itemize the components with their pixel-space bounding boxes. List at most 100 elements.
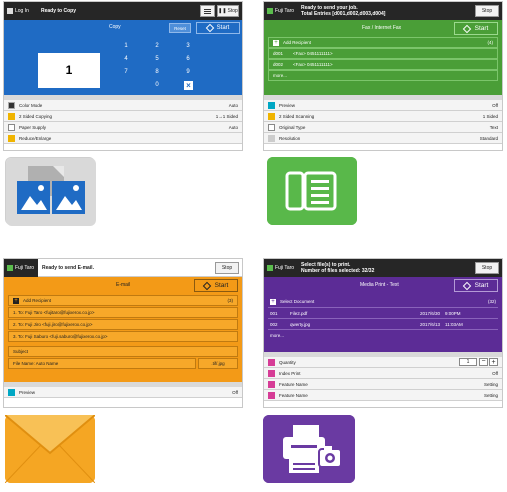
page-title: Copy (109, 24, 121, 30)
user-name: Fuji Taro (15, 264, 35, 271)
key-7[interactable]: 7 (120, 68, 132, 77)
recipient-row[interactable]: 1. To: Fuji Taro <fujitaro@fujixerox.co.… (8, 307, 238, 318)
start-icon (205, 23, 214, 33)
stop-button[interactable]: Stop (475, 5, 499, 17)
setting-row[interactable]: Resolution Standard (264, 133, 502, 144)
page-title: Fax / Internet Fax (362, 25, 402, 31)
more-link[interactable]: more... (268, 70, 498, 81)
file-date: 2017/6/13 (420, 321, 441, 327)
stop-button[interactable]: Stop (475, 262, 499, 274)
fax-topbar: Fuji Taro Ready to send your job. Total … (264, 2, 502, 20)
key-3[interactable]: 3 (182, 42, 194, 51)
minus-icon[interactable]: − (479, 358, 488, 366)
fax-main-area: Fax / Internet Fax Start + Add Recipient… (264, 20, 502, 95)
recipient-row[interactable]: d001 <Fax> 0451111111> (268, 48, 498, 59)
setting-label: Preview (279, 102, 296, 108)
start-button[interactable]: Start (196, 22, 240, 34)
more-link[interactable]: more... (268, 329, 498, 340)
more-label: more... (270, 332, 285, 338)
setting-row[interactable]: Reduce/Enlarge (4, 133, 242, 144)
copy-documents-icon[interactable] (5, 157, 96, 226)
reduce-enlarge-icon (8, 134, 15, 142)
media-print-icon[interactable] (263, 415, 355, 483)
recipient-count: (4) (487, 40, 494, 45)
setting-row[interactable]: 2 Sided Copying 1→1 Sided (4, 111, 242, 122)
print-main-area: Media Print - Text Start + Select Docume… (264, 277, 502, 352)
key-9[interactable]: 9 (182, 68, 194, 77)
key-5[interactable]: 5 (151, 55, 163, 64)
login-label: Log In (15, 8, 29, 14)
setting-row[interactable]: 2 Sided Scanning 1 Sided (264, 111, 502, 122)
file-row[interactable]: 001 File2.pdf 2017/6/30 9:00PM (268, 307, 498, 318)
recipient-row[interactable]: d002 <Fax> 0451111111> (268, 59, 498, 70)
quantity-value: 1 (65, 63, 73, 77)
login-button[interactable]: Log In (7, 8, 37, 14)
clear-x-icon[interactable]: × (184, 81, 193, 90)
fax-panel: Fuji Taro Ready to send your job. Total … (263, 1, 503, 151)
setting-row[interactable]: Original Type Text (264, 122, 502, 133)
start-button[interactable]: Start (194, 279, 238, 292)
start-icon (462, 281, 471, 290)
setting-row[interactable]: Color Mode Auto (4, 100, 242, 111)
setting-value: Off (492, 370, 498, 376)
recipient-address: 2. To: Fuji Jiro <fuji.jiro@fujixerox.co… (13, 322, 93, 327)
stop-label: Stop (481, 8, 493, 14)
key-8[interactable]: 8 (151, 68, 163, 77)
key-0[interactable]: 0 (151, 81, 163, 90)
start-button[interactable]: Start (454, 279, 498, 292)
setting-row[interactable]: Feature Name Setting (264, 379, 502, 390)
setting-value: Text (489, 124, 498, 130)
quantity-display: 1 (38, 53, 100, 88)
setting-value: Auto (228, 102, 238, 108)
setting-label: Original Type (279, 124, 306, 130)
key-4[interactable]: 4 (120, 55, 132, 64)
status-message: Ready to Copy (41, 8, 77, 14)
recipient-row[interactable]: 2. To: Fuji Jiro <fuji.jiro@fujixerox.co… (8, 319, 238, 330)
user-button[interactable]: Fuji Taro (267, 8, 297, 14)
setting-row[interactable]: Index Print Off (264, 368, 502, 379)
add-recipient-row[interactable]: + Add Recipient (3) (8, 295, 238, 306)
setting-row[interactable]: Paper Supply Auto (4, 122, 242, 133)
quantity-field[interactable]: 1 (459, 358, 477, 366)
key-1[interactable]: 1 (120, 42, 132, 51)
copy-main-area: Copy Reset Start 1 1 2 3 4 5 6 7 8 9 0 × (4, 20, 242, 95)
setting-row[interactable]: Feature Name Setting (264, 390, 502, 401)
reset-label: Reset (174, 26, 186, 31)
email-topbar: Fuji Taro Ready to send E-mail. Stop (4, 259, 242, 277)
setting-row[interactable]: Preview Off (264, 100, 502, 111)
add-recipient-row[interactable]: + Add Recipient (4) (268, 37, 498, 48)
setting-row[interactable]: Preview Off (4, 387, 242, 398)
user-button[interactable]: Fuji Taro (267, 265, 297, 271)
stop-button[interactable]: ❚❚ Stop (217, 5, 239, 17)
color-mode-icon (8, 101, 15, 109)
add-recipient-label: Add Recipient (283, 40, 312, 45)
envelope-icon[interactable] (4, 414, 96, 484)
key-6[interactable]: 6 (182, 55, 194, 64)
recipient-address: <Fax> 0451111111> (293, 62, 333, 67)
add-icon: + (270, 298, 276, 305)
recipient-count: (3) (227, 298, 234, 303)
reset-button[interactable]: Reset (169, 23, 191, 33)
select-document-row[interactable]: + Select Document (32) (268, 296, 498, 307)
setting-row[interactable]: Quantity 1 − + (264, 357, 502, 368)
user-button[interactable]: Fuji Taro (4, 259, 38, 277)
file-time: 11:03AM (445, 321, 463, 327)
file-extension-field[interactable]: .tif/.jpg (198, 358, 238, 369)
status-message: Ready to send your job. Total Entries [d… (301, 5, 385, 17)
add-icon: + (273, 39, 279, 46)
start-button[interactable]: Start (454, 22, 498, 35)
subject-field[interactable]: Subject (8, 346, 238, 357)
recipient-row[interactable]: 3. To: Fuji Saburo <fuji.saburo@fujixero… (8, 331, 238, 342)
key-2[interactable]: 2 (151, 42, 163, 51)
fax-phone-icon[interactable] (267, 157, 357, 225)
file-row[interactable]: 002 qwerty.jpg 2017/6/13 11:03AM (268, 318, 498, 329)
user-icon (267, 265, 273, 271)
status-line-2: Number of files selected: 32/32 (301, 268, 375, 274)
user-name: Fuji Taro (275, 265, 295, 271)
file-name-field[interactable]: File Name: Auto Name (8, 358, 196, 369)
copy-documents-graphic (6, 158, 96, 226)
hamburger-icon[interactable] (200, 5, 215, 17)
stop-label: Stop (221, 265, 233, 271)
plus-icon[interactable]: + (489, 358, 498, 366)
stop-button[interactable]: Stop (215, 262, 239, 274)
